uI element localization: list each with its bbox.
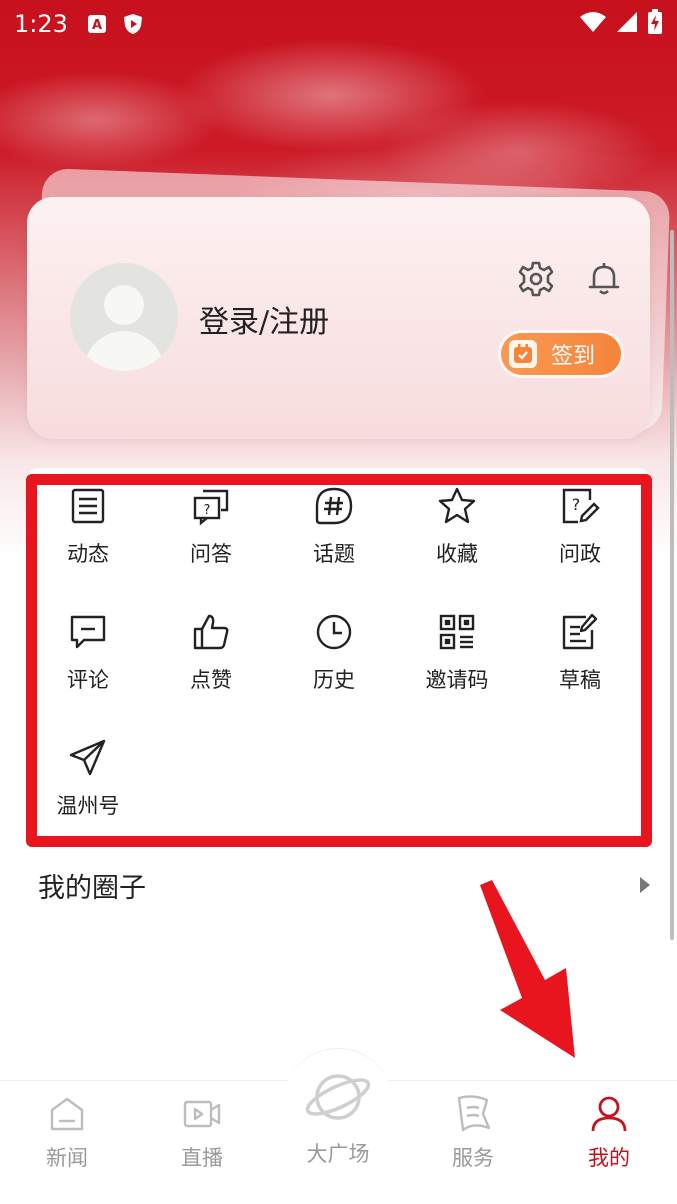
qr-code-icon — [439, 614, 475, 650]
menu-item-invite-code[interactable]: 邀请码 — [402, 612, 512, 712]
thumb-up-icon — [193, 614, 229, 650]
svg-text:A: A — [92, 18, 102, 33]
bell-icon[interactable] — [585, 260, 623, 298]
menu-item-qa[interactable]: ? 问答 — [156, 486, 266, 586]
status-bar: 1:23 A — [0, 0, 677, 48]
login-register-link[interactable]: 登录/注册 — [199, 297, 329, 341]
nav-item-news[interactable]: 新闻 — [17, 1094, 117, 1172]
annotation-arrow-icon — [480, 880, 575, 1058]
qa-icon: ? — [193, 489, 229, 526]
signal-icon — [615, 11, 639, 37]
planet-icon — [305, 1074, 371, 1120]
status-time: 1:23 — [14, 10, 68, 38]
menu-item-petition[interactable]: ? 问政 — [525, 486, 635, 586]
svg-text:?: ? — [572, 495, 581, 514]
sign-in-button[interactable]: 签到 — [501, 333, 621, 375]
menu-item-wenzhou-account[interactable]: 温州号 — [33, 738, 143, 838]
star-icon — [438, 487, 476, 524]
nav-item-live[interactable]: 直播 — [152, 1094, 252, 1172]
nav-item-plaza[interactable]: 大广场 — [288, 1062, 388, 1168]
calendar-check-icon — [509, 340, 537, 368]
news-icon — [50, 1097, 84, 1131]
draft-icon — [562, 613, 598, 650]
sign-in-label: 签到 — [551, 344, 596, 369]
menu-item-topic[interactable]: 话题 — [279, 486, 389, 586]
wifi-icon — [579, 11, 607, 37]
my-circle-title: 我的圈子 — [38, 872, 146, 904]
nav-item-service[interactable]: 服务 — [423, 1094, 523, 1172]
menu-item-draft[interactable]: 草稿 — [525, 612, 635, 712]
notification-a-icon: A — [86, 13, 108, 35]
menu-item-comment[interactable]: 评论 — [33, 612, 143, 712]
flag-icon — [457, 1095, 491, 1132]
svg-text:?: ? — [204, 503, 211, 518]
nav-item-mine[interactable]: 我的 — [559, 1094, 659, 1172]
shield-play-icon — [122, 13, 144, 35]
menu-item-like[interactable]: 点赞 — [156, 612, 266, 712]
user-icon — [591, 1096, 627, 1132]
menu-item-history[interactable]: 历史 — [279, 612, 389, 712]
scrollbar[interactable] — [670, 230, 674, 940]
clock-icon — [316, 614, 352, 650]
video-icon — [183, 1100, 221, 1128]
menu-item-favorites[interactable]: 收藏 — [402, 486, 512, 586]
menu-item-dynamic[interactable]: 动态 — [33, 486, 143, 586]
question-edit-icon: ? — [562, 488, 600, 524]
comment-icon — [70, 615, 106, 649]
profile-card: 登录/注册 签到 — [27, 197, 650, 439]
list-icon — [71, 488, 105, 524]
settings-icon[interactable] — [517, 260, 555, 298]
hashtag-icon — [315, 487, 353, 525]
battery-charging-icon — [647, 9, 663, 39]
avatar[interactable] — [70, 263, 178, 371]
paper-plane-icon — [69, 739, 106, 776]
chevron-right-icon — [640, 877, 650, 893]
